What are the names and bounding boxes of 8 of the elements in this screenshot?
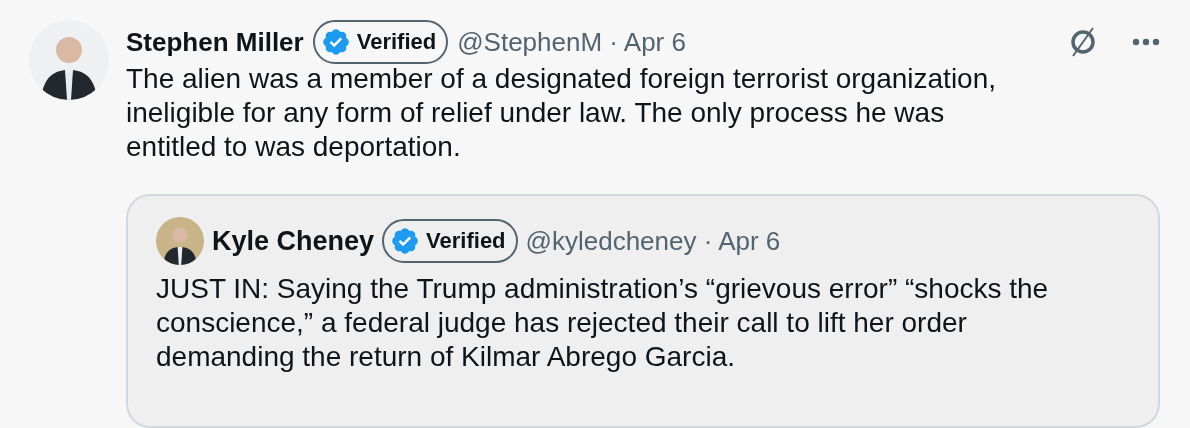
verified-badge[interactable]: Verified — [382, 219, 518, 263]
author-handle[interactable]: @StephenM · Apr 6 — [457, 26, 686, 58]
quoted-text: JUST IN: Saying the Trump administration’s “grievous error” “shocks the conscience,” a federal judge has rejected their call to lift her order demanding the return of Kilmar Abrego Garcia. — [156, 272, 1050, 374]
author-name[interactable]: Kyle Cheney — [212, 225, 375, 257]
verified-badge[interactable]: Verified — [312, 20, 449, 64]
author-name[interactable]: Stephen Miller — [126, 26, 304, 58]
post-text: The alien was a member of a designated foreign terrorist organization, ineligible for any form of relief under law. The only process he was entitled to was deportation. — [126, 62, 998, 164]
author-handle[interactable]: @kyledcheney · Apr 6 — [525, 225, 781, 257]
